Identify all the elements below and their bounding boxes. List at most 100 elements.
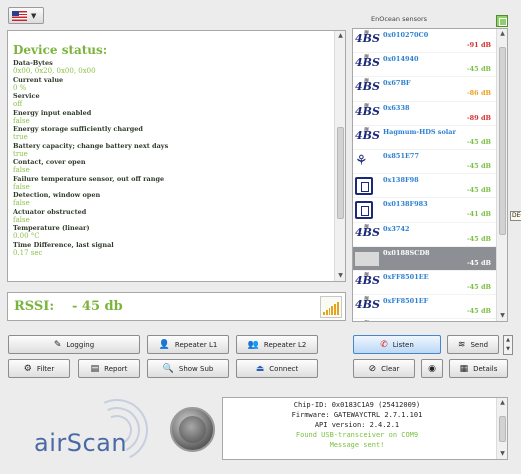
scroll-down-icon[interactable]: ▼ <box>497 449 507 459</box>
sensor-id: 0x6338 <box>383 103 410 112</box>
eject-icon: ⏏ <box>255 363 265 374</box>
4bs-profile-icon: ≋ 4BS <box>355 29 380 45</box>
4bs-profile-icon: ≋ 4BS <box>355 77 380 94</box>
sensor-list-item[interactable]: ≋ 4BS 0x67BF -86 dB <box>353 77 497 102</box>
sensor-id: 0x851DFD <box>383 321 421 322</box>
sensor-list-item[interactable]: ⚘ 0x851E77 -45 dB <box>353 150 497 175</box>
clear-button[interactable]: ⊘ Clear <box>353 359 415 378</box>
sensor-list-item[interactable]: ≋ 4BS 0x014940 -45 dB <box>353 53 497 78</box>
sensor-id: 0x851E77 <box>383 151 419 160</box>
filter-label: Filter <box>36 364 55 373</box>
sensor-id: 0x67BF <box>383 79 411 88</box>
us-flag-icon <box>12 10 27 21</box>
sensor-list-item[interactable]: 0x138F98 -45 dB <box>353 174 497 199</box>
sensor-rssi: -45 dB <box>466 307 491 316</box>
sensor-id: 0xFF8501EF <box>383 297 429 306</box>
scroll-down-icon[interactable]: ▼ <box>497 311 507 321</box>
console-line: Chip-ID: 0x0183C1A9 (25412009) <box>293 401 421 409</box>
scroll-thumb[interactable] <box>499 47 506 235</box>
device-icon <box>355 251 379 266</box>
status-field-label: Time Difference, last signal <box>13 240 114 249</box>
console-line: Firmware: GATEWAYCTRL 2.7.1.101 <box>291 411 423 419</box>
sensor-list-item[interactable]: 0x0188SCD8 -45 dB <box>353 246 497 271</box>
filter-button[interactable]: ⚙ Filter <box>8 359 70 378</box>
sensor-rssi: -41 dB <box>466 210 491 219</box>
status-field-label: Detection, window open <box>13 191 101 199</box>
record-button[interactable]: ◉ <box>421 359 443 378</box>
logging-icon: ✎ <box>53 339 62 350</box>
listen-button[interactable]: ✆ Listen <box>353 335 441 354</box>
scroll-down-icon[interactable]: ▼ <box>335 271 345 281</box>
4bs-profile-icon: ≋ 4BS <box>355 53 380 70</box>
status-field-value: false <box>13 166 30 174</box>
status-field-value: 0 % <box>13 83 27 92</box>
scan-knob[interactable] <box>170 407 215 452</box>
record-icon: ◉ <box>428 363 436 374</box>
logging-button[interactable]: ✎ Logging <box>8 335 140 354</box>
sensor-list-item[interactable]: ≋ 4BS Hagmum-HDS solar -45 dB <box>353 126 497 150</box>
person-icon: 👤 <box>158 339 170 350</box>
sensors-title: EnOcean sensors <box>371 15 428 23</box>
sensor-list: ≋ 4BS 0x010270C0 -91 dB ≋ 4BS 0x014940 -45 dB ≋ 4… <box>353 29 497 322</box>
scroll-up-icon[interactable]: ▲ <box>335 31 345 41</box>
status-scrollbar[interactable]: ▲ ▼ <box>334 31 345 281</box>
send-stepper[interactable]: ▲ ▼ <box>503 335 513 355</box>
repeater-l1-label: Repeater L1 <box>174 340 218 349</box>
console-line: Message sent! <box>329 441 385 449</box>
4bs-profile-icon: ≋ 4BS <box>355 270 380 287</box>
sensor-list-item[interactable]: 0x0138F983 -41 dB <box>353 198 497 223</box>
no-entry-icon: ⊘ <box>368 363 377 374</box>
details-button[interactable]: ▦ Details <box>449 359 508 378</box>
door-contact-icon <box>355 201 373 220</box>
person-motion-icon: ⚘ <box>355 152 368 169</box>
connect-label: Connect <box>269 364 299 373</box>
console-scrollbar[interactable]: ▲ ▼ <box>496 398 507 459</box>
sensor-rssi: -45 dB <box>466 282 491 291</box>
show-sub-button[interactable]: 🔍 Show Sub <box>147 359 229 378</box>
status-field-label: Battery capacity; change battery next da… <box>13 141 169 150</box>
add-sensor-button[interactable] <box>496 15 508 27</box>
sensor-list-item[interactable]: ≋ 4BS 0x3742 -45 dB <box>353 223 497 247</box>
scroll-thumb[interactable] <box>499 416 506 442</box>
phone-icon: ✆ <box>380 339 388 350</box>
sensor-scrollbar[interactable]: ▲ ▼ <box>496 29 507 321</box>
sensor-list-item[interactable]: ≋4BS0x851DFD-45 dB <box>353 319 497 322</box>
people-icon: 👥 <box>247 339 259 350</box>
status-field-label: Contact, cover open <box>13 158 86 166</box>
sensor-list-item[interactable]: ≋ 4BS 0x010270C0 -91 dB <box>353 29 497 54</box>
sensor-id: Hagmum-HDS solar <box>383 127 456 136</box>
search-icon: 🔍 <box>162 363 174 374</box>
repeater-l1-button[interactable]: 👤 Repeater L1 <box>147 335 229 354</box>
listen-label: Listen <box>392 340 414 349</box>
wifi-icon: ≋ <box>457 339 466 350</box>
sensor-id: 0x0188SCD8 <box>383 248 430 257</box>
report-button[interactable]: ▤ Report <box>78 359 140 378</box>
status-title: Device status: <box>13 43 108 57</box>
status-field-label: Data-Bytes <box>13 59 53 67</box>
status-field-label: Temperature (linear) <box>13 224 90 232</box>
status-field-label: Energy input enabled <box>13 108 92 117</box>
language-dropdown[interactable]: ▼ <box>8 7 44 24</box>
rssi-label: RSSI: <box>14 299 55 314</box>
send-button[interactable]: ≋ Send <box>447 335 499 354</box>
status-field-value: off <box>13 100 23 108</box>
scroll-up-icon[interactable]: ▲ <box>497 29 507 39</box>
sensor-list-item[interactable]: ≋ 4BS 0xFF8501EF -45 dB <box>353 295 497 320</box>
door-contact-icon <box>355 177 373 196</box>
status-field-value: false <box>13 182 30 191</box>
sensor-list-item[interactable]: ≋ 4BS 0x6338 -89 dB <box>353 102 497 126</box>
connect-button[interactable]: ⏏ Connect <box>236 359 318 378</box>
repeater-l2-button[interactable]: 👥 Repeater L2 <box>236 335 318 354</box>
sensor-rssi: -45 dB <box>466 65 491 74</box>
signal-strength-icon <box>320 296 342 318</box>
sensor-id: 0x0138F983 <box>383 200 428 209</box>
report-label: Report <box>104 364 128 373</box>
scroll-up-icon[interactable]: ▲ <box>497 398 507 408</box>
gear-icon: ⚙ <box>23 363 32 374</box>
scroll-thumb[interactable] <box>337 127 344 219</box>
status-field-label: Actuator obstructed <box>13 207 87 216</box>
4bs-profile-icon: ≋ 4BS <box>355 125 380 142</box>
console-output: Chip-ID: 0x0183C1A9 (25412009) Firmware: … <box>222 397 508 460</box>
sensor-list-item[interactable]: ≋ 4BS 0xFF8501EE -45 dB <box>353 270 497 296</box>
status-field-value: true <box>13 133 28 141</box>
